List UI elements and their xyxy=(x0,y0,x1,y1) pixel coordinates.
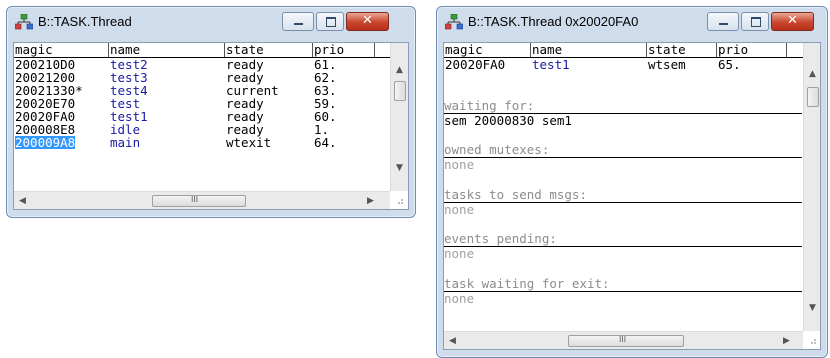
maximize-icon xyxy=(326,17,336,27)
section-title-waiting-for: waiting for: xyxy=(444,98,535,113)
column-header-name[interactable]: name xyxy=(530,43,562,57)
maximize-icon xyxy=(751,17,761,27)
table-row-selected[interactable]: 200009A8 main wtexit 64. xyxy=(14,136,390,149)
task-tree-icon xyxy=(445,14,463,30)
scroll-left-arrow-icon[interactable]: ◀ xyxy=(444,336,461,346)
table-header: magic name state prio xyxy=(444,43,803,58)
section-title-events-pending: events pending: xyxy=(444,231,557,246)
minimize-button[interactable] xyxy=(707,12,739,31)
close-button[interactable]: ✕ xyxy=(346,12,389,31)
task-detail-panel: magic name state prio 20020FA0 test1 wts… xyxy=(443,42,821,350)
scroll-up-arrow-icon[interactable]: ▲ xyxy=(804,69,820,79)
cell-name: test1 xyxy=(532,57,570,72)
cell-magic: 20020FA0 xyxy=(445,57,506,72)
scroll-right-arrow-icon[interactable]: ▶ xyxy=(362,196,379,206)
scroll-right-arrow-icon[interactable]: ▶ xyxy=(778,336,795,346)
section-value-owned-mutexes: none xyxy=(444,157,475,172)
task-tree-icon xyxy=(15,14,33,30)
column-header-name[interactable]: name xyxy=(108,43,140,57)
title-bar[interactable]: B::TASK.Thread ✕ xyxy=(7,7,415,37)
section-value-task-waiting-for-exit: none xyxy=(444,291,475,306)
task-detail-window: B::TASK.Thread 0x20020FA0 ✕ magic name s… xyxy=(436,6,828,358)
window-title: B::TASK.Thread 0x20020FA0 xyxy=(468,14,639,29)
maximize-button[interactable] xyxy=(741,12,769,31)
minimize-button[interactable] xyxy=(282,12,314,31)
section-divider xyxy=(444,157,802,158)
scroll-up-arrow-icon[interactable]: ▲ xyxy=(391,65,408,75)
section-title-task-waiting-for-exit: task waiting for exit: xyxy=(444,276,610,291)
minimize-icon xyxy=(294,23,303,25)
task-list-panel: magic name state prio 200210D0 test2 rea… xyxy=(13,42,409,210)
cell-state: wtexit xyxy=(226,135,272,150)
scroll-down-arrow-icon[interactable]: ▼ xyxy=(391,163,408,173)
column-header-prio[interactable]: prio xyxy=(716,43,748,57)
cell-prio: 64. xyxy=(314,135,337,150)
maximize-button[interactable] xyxy=(316,12,344,31)
table-row[interactable]: 20020FA0 test1 wtsem 65. xyxy=(444,58,803,71)
horizontal-scrollbar[interactable]: ◀ III ▶ xyxy=(14,191,390,209)
scroll-down-arrow-icon[interactable]: ▼ xyxy=(804,303,820,313)
column-header-prio[interactable]: prio xyxy=(312,43,344,57)
close-icon: ✕ xyxy=(787,13,798,28)
section-title-tasks-to-send-msgs: tasks to send msgs: xyxy=(444,187,587,202)
horizontal-scroll-thumb[interactable]: III xyxy=(152,195,246,207)
thumb-grip-icon: III xyxy=(191,195,199,204)
section-divider xyxy=(444,246,802,247)
cell-magic: 200009A8 xyxy=(15,135,76,150)
cell-name: main xyxy=(110,135,141,150)
vertical-scrollbar[interactable]: ▲ ▼ xyxy=(390,43,408,191)
title-bar[interactable]: B::TASK.Thread 0x20020FA0 ✕ xyxy=(437,7,827,37)
section-value-waiting-for: sem 20000830 sem1 xyxy=(444,113,572,128)
column-header-magic[interactable]: magic xyxy=(14,43,53,56)
column-header-state[interactable]: state xyxy=(224,43,264,57)
scroll-left-arrow-icon[interactable]: ◀ xyxy=(14,196,31,206)
vertical-scroll-thumb[interactable] xyxy=(394,81,406,101)
section-divider xyxy=(444,291,802,292)
resize-grip-icon[interactable] xyxy=(807,335,817,345)
column-header-end xyxy=(786,43,788,57)
horizontal-scroll-thumb[interactable]: III xyxy=(568,335,684,347)
task-thread-window: B::TASK.Thread ✕ magic name state prio 2… xyxy=(6,6,416,218)
vertical-scroll-thumb[interactable] xyxy=(807,87,819,107)
minimize-icon xyxy=(719,23,728,25)
cell-prio: 65. xyxy=(718,57,741,72)
vertical-scrollbar[interactable]: ▲ ▼ xyxy=(803,43,820,331)
column-header-end xyxy=(374,43,376,57)
thumb-grip-icon: III xyxy=(619,335,627,344)
close-icon: ✕ xyxy=(362,13,373,28)
horizontal-scrollbar[interactable]: ◀ III ▶ xyxy=(444,331,803,349)
section-value-tasks-to-send-msgs: none xyxy=(444,202,475,217)
column-header-state[interactable]: state xyxy=(646,43,686,57)
close-button[interactable]: ✕ xyxy=(771,12,814,31)
column-header-magic[interactable]: magic xyxy=(444,43,483,56)
cell-state: wtsem xyxy=(648,57,686,72)
section-title-owned-mutexes: owned mutexes: xyxy=(444,142,550,157)
window-title: B::TASK.Thread xyxy=(38,14,132,29)
resize-grip-icon[interactable] xyxy=(394,195,404,205)
table-header: magic name state prio xyxy=(14,43,390,58)
section-value-events-pending: none xyxy=(444,246,475,261)
section-divider xyxy=(444,202,802,203)
